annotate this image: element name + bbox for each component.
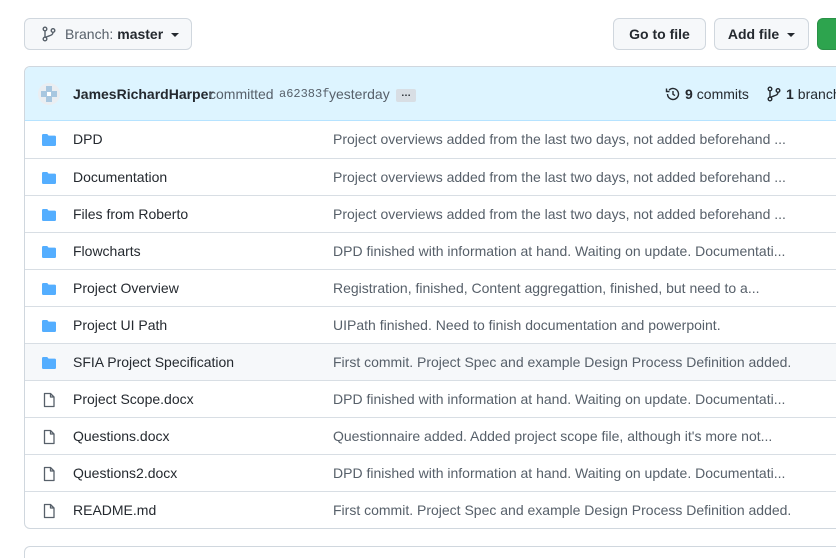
folder-icon bbox=[41, 355, 57, 371]
file-name-link[interactable]: Questions.docx bbox=[73, 428, 170, 444]
folder-icon bbox=[41, 132, 57, 148]
go-to-file-button[interactable]: Go to file bbox=[613, 18, 706, 50]
file-row[interactable]: Project Scope.docx DPD finished with info… bbox=[25, 380, 836, 417]
commit-message-link[interactable]: Project overviews added from the last tw… bbox=[333, 206, 786, 222]
file-name-link[interactable]: Flowcharts bbox=[73, 243, 141, 259]
commit-message-link[interactable]: DPD finished with information at hand. W… bbox=[333, 391, 785, 407]
folder-icon bbox=[41, 170, 57, 186]
folder-icon bbox=[41, 318, 57, 334]
commit-sha-link[interactable]: a62383f bbox=[279, 87, 329, 101]
file-row[interactable]: Questions.docx Questionnaire added. Added… bbox=[25, 417, 836, 454]
branches-count: 1 bbox=[786, 86, 794, 102]
folder-icon bbox=[41, 281, 57, 297]
file-name-link[interactable]: Project Scope.docx bbox=[73, 391, 194, 407]
commits-link[interactable]: 9 commits bbox=[665, 86, 749, 102]
code-button[interactable] bbox=[817, 18, 836, 50]
go-to-file-label: Go to file bbox=[629, 26, 690, 42]
commit-message-link[interactable]: DPD finished with information at hand. W… bbox=[333, 465, 785, 481]
file-name-link[interactable]: README.md bbox=[73, 502, 156, 518]
file-row[interactable]: Documentation Project overviews added fro… bbox=[25, 158, 836, 195]
commit-message-link[interactable]: Project overviews added from the last tw… bbox=[333, 131, 786, 147]
git-branch-icon bbox=[42, 26, 56, 42]
file-icon bbox=[41, 466, 57, 482]
branch-select-button[interactable]: Branch: master bbox=[24, 18, 192, 50]
branch-label: Branch: bbox=[65, 26, 114, 42]
avatar[interactable] bbox=[38, 83, 60, 105]
add-file-label: Add file bbox=[727, 26, 780, 42]
commit-message-link[interactable]: DPD finished with information at hand. W… bbox=[333, 243, 785, 259]
commit-message-link[interactable]: Questionnaire added. Added project scope… bbox=[333, 428, 772, 444]
file-name-link[interactable]: Project Overview bbox=[73, 280, 179, 296]
folder-icon bbox=[41, 207, 57, 223]
commit-message-link[interactable]: Project overviews added from the last tw… bbox=[333, 169, 786, 185]
readme-box bbox=[24, 546, 836, 558]
file-name-link[interactable]: DPD bbox=[73, 131, 103, 147]
file-row[interactable]: SFIA Project Specification First commit. … bbox=[25, 343, 836, 380]
commits-label: commits bbox=[696, 86, 749, 102]
file-row[interactable]: Files from Roberto Project overviews adde… bbox=[25, 195, 836, 232]
latest-commit-header: JamesRichardHarper committed a62383f yes… bbox=[25, 67, 836, 121]
file-name-link[interactable]: SFIA Project Specification bbox=[73, 354, 234, 370]
file-row[interactable]: Flowcharts DPD finished with information … bbox=[25, 232, 836, 269]
folder-icon bbox=[41, 244, 57, 260]
file-list-box: JamesRichardHarper committed a62383f yes… bbox=[24, 66, 836, 529]
chevron-down-icon bbox=[787, 33, 796, 37]
commit-time: yesterday bbox=[329, 86, 390, 102]
chevron-down-icon bbox=[171, 33, 180, 37]
file-row[interactable]: DPD Project overviews added from the last… bbox=[25, 121, 836, 158]
file-name-link[interactable]: Project UI Path bbox=[73, 317, 167, 333]
file-name-link[interactable]: Documentation bbox=[73, 169, 167, 185]
branches-label: branch bbox=[797, 86, 836, 102]
branches-link[interactable]: 1 branch bbox=[766, 86, 836, 102]
file-name-link[interactable]: Files from Roberto bbox=[73, 206, 188, 222]
file-row[interactable]: Project Overview Registration, finished, … bbox=[25, 269, 836, 306]
commit-message-link[interactable]: Registration, finished, Content aggregat… bbox=[333, 280, 760, 296]
file-row[interactable]: Project UI Path UIPath finished. Need to … bbox=[25, 306, 836, 343]
file-icon bbox=[41, 429, 57, 445]
commit-message-link[interactable]: UIPath finished. Need to finish document… bbox=[333, 317, 721, 333]
add-file-button[interactable]: Add file bbox=[714, 18, 809, 50]
file-rows: DPD Project overviews added from the last… bbox=[25, 121, 836, 528]
commit-message-link[interactable]: First commit. Project Spec and example D… bbox=[333, 354, 791, 370]
file-name-link[interactable]: Questions2.docx bbox=[73, 465, 177, 481]
file-row[interactable]: README.md First commit. Project Spec and … bbox=[25, 491, 836, 528]
commit-author-link[interactable]: JamesRichardHarper bbox=[73, 86, 214, 102]
commit-message-expand-button[interactable]: … bbox=[396, 89, 416, 102]
file-icon bbox=[41, 503, 57, 519]
commit-verb: committed bbox=[209, 86, 274, 102]
commit-message-link[interactable]: First commit. Project Spec and example D… bbox=[333, 502, 791, 518]
commits-count: 9 bbox=[685, 86, 693, 102]
history-icon bbox=[665, 87, 680, 101]
branch-name: master bbox=[117, 26, 164, 42]
file-icon bbox=[41, 392, 57, 408]
git-branch-icon bbox=[767, 86, 781, 102]
file-row[interactable]: Questions2.docx DPD finished with informa… bbox=[25, 454, 836, 491]
